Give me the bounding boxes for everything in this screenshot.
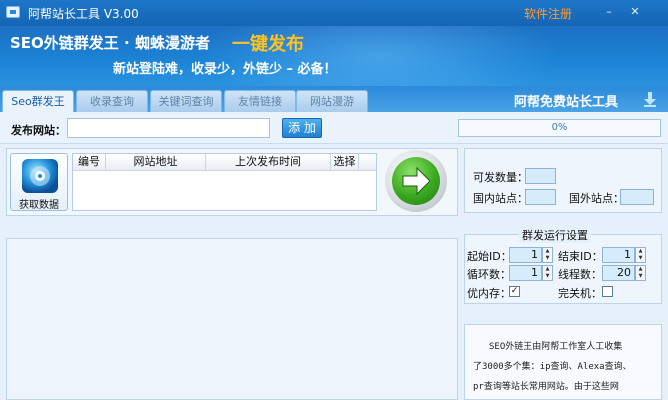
end-id-label: 结束ID： [558, 250, 603, 263]
stats-box: 可发数量： 国内站点： 国外站点： [464, 148, 662, 213]
start-id-arrows[interactable]: ▲ ▼ [542, 247, 553, 263]
free-tools-label: 阿帮免费站长工具 [514, 95, 619, 110]
tab-index-query[interactable]: 收录查询 [76, 90, 148, 112]
title-bar: 阿帮站长工具 V3.00 软件注册 – ✕ [0, 0, 668, 26]
end-id-value[interactable]: 1 [602, 247, 635, 263]
run-settings-box: 群发运行设置 起始ID： 1 ▲ ▼ 结束ID： 1 ▲ ▼ 循环数： 1 ▲ ▼ 线… [464, 227, 662, 304]
site-url-input[interactable] [67, 118, 270, 138]
loop-count-label: 循环数： [467, 268, 511, 281]
right-arrow-icon [402, 166, 431, 196]
column-header-site-url[interactable]: 网站地址 [106, 154, 206, 171]
domestic-sites-field[interactable] [525, 189, 556, 205]
add-button[interactable]: 添 加 [282, 118, 322, 138]
banner: SEO外链群发王 · 蜘蛛漫游者 一键发布 新站登陆难，收录少，外链少 – 必备… [0, 26, 668, 86]
info-line: 了3000多个集：ip查询、Alexa查询、 [473, 362, 632, 372]
tab-site-roaming[interactable]: 网站漫游 [296, 90, 368, 112]
register-link[interactable]: 软件注册 [524, 5, 572, 22]
banner-subslogan: 新站登陆难，收录少，外链少 – 必备！ [113, 62, 337, 77]
app-icon [6, 6, 20, 18]
loop-count-arrows[interactable]: ▲ ▼ [542, 265, 553, 281]
tab-bar: Seo群发王 收录查询 关键词查询 友情链接 网站漫游 阿帮免费站长工具 [0, 86, 668, 113]
column-header-last-post-time[interactable]: 上次发布时间 [206, 154, 331, 171]
tab-seo-mass-post[interactable]: Seo群发王 [2, 90, 74, 113]
go-circle [392, 157, 440, 205]
available-count-label: 可发数量： [473, 171, 528, 184]
fetch-data-button[interactable]: 获取数据 [10, 153, 68, 211]
start-id-label: 起始ID： [467, 250, 512, 263]
loop-count-value[interactable]: 1 [509, 265, 542, 281]
log-area [6, 238, 458, 400]
column-header-number[interactable]: 编号 [73, 154, 106, 171]
main-area: 获取数据 编号 网站地址 上次发布时间 选择 可发数量： 国内站点： 国外站点： [0, 144, 668, 400]
info-line: pr查询等站长常用网站。由于这些网 [473, 382, 619, 392]
banner-slogan: SEO外链群发王 · 蜘蛛漫游者 [10, 34, 210, 52]
foreign-sites-label: 国外站点： [569, 192, 624, 205]
progress-text: 0% [551, 122, 568, 133]
thread-count-arrows[interactable]: ▲ ▼ [635, 265, 646, 281]
shutdown-checkbox[interactable] [602, 286, 613, 297]
available-count-field[interactable] [525, 168, 556, 184]
publish-row: 发布网站： 添 加 0% [0, 112, 668, 144]
end-id-arrows[interactable]: ▲ ▼ [635, 247, 646, 263]
thread-count-value[interactable]: 20 [602, 265, 635, 281]
fetch-data-label: 获取数据 [19, 200, 59, 211]
tab-friend-links[interactable]: 友情链接 [224, 90, 296, 112]
foreign-sites-field[interactable] [620, 189, 654, 205]
publish-site-label: 发布网站： [11, 124, 66, 137]
column-header-select[interactable]: 选择 [331, 154, 359, 171]
window-title: 阿帮站长工具 V3.00 [28, 7, 139, 21]
domestic-sites-label: 国内站点： [473, 192, 528, 205]
thread-count-label: 线程数： [558, 268, 602, 281]
shutdown-label: 完关机： [558, 287, 602, 300]
banner-highlight: 一键发布 [232, 34, 304, 55]
optimize-memory-checkbox[interactable]: ✓ [509, 286, 520, 297]
run-settings-title: 群发运行设置 [519, 227, 591, 243]
table-header: 编号 网站地址 上次发布时间 选择 [73, 154, 376, 171]
minimize-button[interactable]: – [601, 4, 617, 20]
start-id-value[interactable]: 1 [509, 247, 542, 263]
site-table[interactable]: 编号 网站地址 上次发布时间 选择 [72, 153, 377, 211]
info-text: SEO外链王由阿帮工作室人工收集 了3000多个集：ip查询、Alexa查询、 … [473, 337, 657, 397]
close-button[interactable]: ✕ [627, 4, 643, 20]
optimize-memory-label: 优内存： [467, 287, 511, 300]
globe-disc-icon [22, 159, 58, 193]
tab-keyword-query[interactable]: 关键词查询 [150, 90, 222, 112]
progress-bar: 0% [458, 119, 661, 137]
download-arrow-icon[interactable] [642, 91, 658, 107]
info-box: SEO外链王由阿帮工作室人工收集 了3000多个集：ip查询、Alexa查询、 … [464, 324, 662, 400]
info-line: SEO外链王由阿帮工作室人工收集 [489, 342, 623, 352]
site-list-panel: 获取数据 编号 网站地址 上次发布时间 选择 [6, 148, 458, 216]
start-publish-button[interactable] [385, 150, 447, 212]
